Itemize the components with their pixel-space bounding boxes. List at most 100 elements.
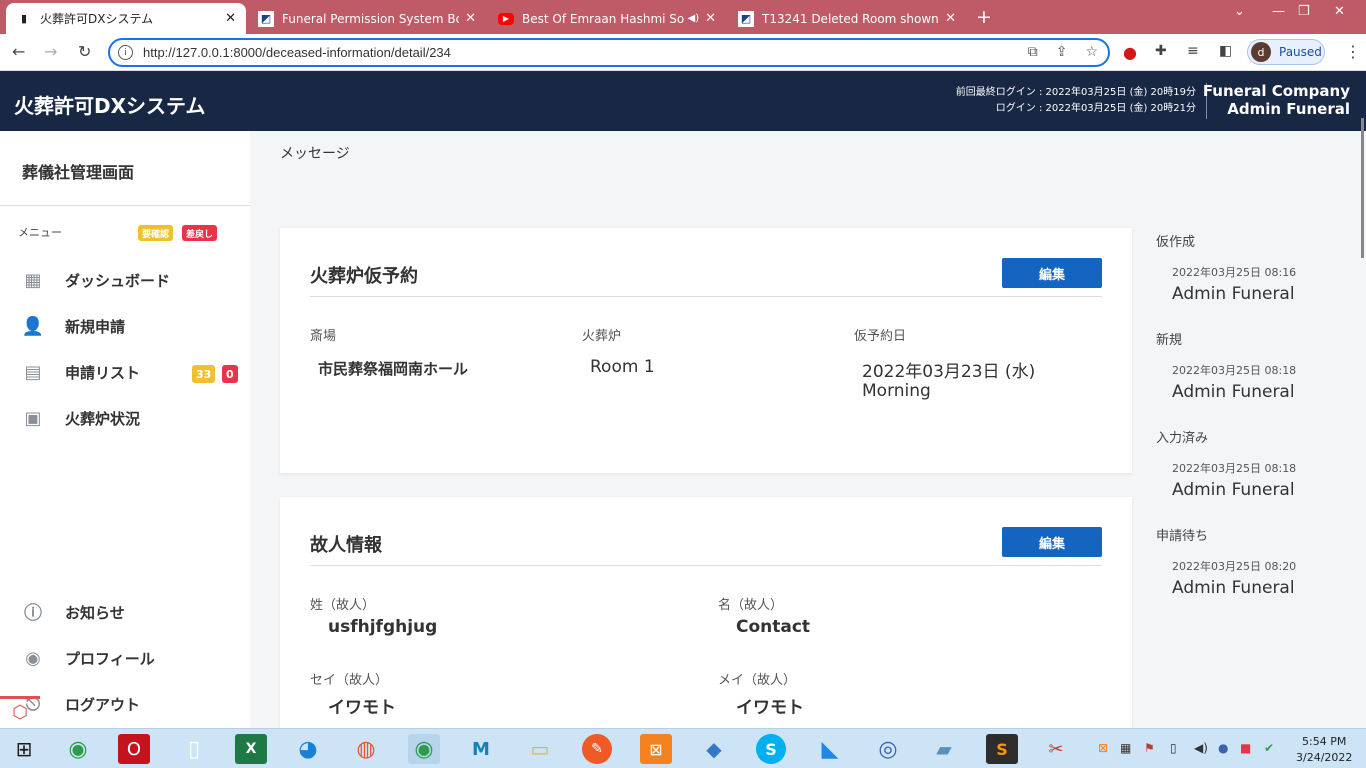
company-name: Funeral Company — [1202, 82, 1350, 100]
first-kana-label: メイ（故人） — [718, 673, 797, 688]
user-name: Admin Funeral — [1227, 100, 1350, 118]
tab-t13241[interactable]: ◩ T13241 Deleted Room shown in ✕ — [728, 3, 966, 34]
sidebar-item-new-application[interactable]: 👤 新規申請 — [22, 315, 125, 337]
user-info[interactable]: Funeral Company Admin Funeral — [1203, 82, 1350, 118]
app-notes-icon[interactable]: ▰ — [928, 734, 960, 764]
battery-icon[interactable]: ▯ — [1170, 741, 1177, 755]
windows-taskbar: ⊞ ◉ O ▯ X ◕ ◍ ◉ M ▭ ✎ ⊠ ◆ S ◣ ◎ ▰ S ✂ ⊠ … — [0, 728, 1366, 768]
back-icon[interactable]: ← — [12, 42, 25, 61]
extensions-icon[interactable]: ✚ — [1155, 43, 1167, 59]
reservation-edit-button[interactable]: 編集 — [1002, 258, 1102, 288]
sourcetree-icon[interactable]: ◆ — [698, 734, 730, 764]
volume-icon[interactable]: ◀) — [1194, 741, 1208, 755]
speaker-icon[interactable]: ◀) — [688, 13, 700, 24]
tray-app-icon[interactable]: ● — [1218, 741, 1228, 755]
firefox-icon[interactable]: ◍ — [350, 734, 382, 764]
add-person-icon: 👤 — [21, 315, 45, 337]
windows-start-icon[interactable]: ⊞ — [8, 734, 40, 764]
sidebar-item-profile[interactable]: ◉ プロフィール — [22, 647, 155, 669]
forward-icon[interactable]: → — [44, 42, 57, 61]
tray-check-icon[interactable]: ✔ — [1264, 741, 1274, 755]
hall-value: 市民葬祭福岡南ホール — [318, 360, 469, 378]
app-m-icon[interactable]: M — [465, 734, 497, 764]
close-icon[interactable]: ✕ — [225, 11, 236, 26]
edge-icon[interactable]: ◕ — [292, 734, 324, 764]
network-icon[interactable]: ▦ — [1120, 741, 1131, 755]
new-tab-button[interactable]: + — [976, 6, 992, 28]
notepad-icon[interactable]: ▯ — [178, 734, 210, 764]
app-header: 火葬許可DXシステム 前回最終ログイン : 2022年03月25日 (金) 20… — [0, 71, 1366, 131]
sidebar-item-label: プロフィール — [65, 649, 155, 668]
tab-search-icon[interactable]: ⌄ — [1234, 4, 1245, 19]
furnace-value: Room 1 — [590, 357, 655, 377]
sidebar-item-application-list[interactable]: ▤ 申請リスト 33 0 — [22, 361, 240, 383]
last-kana-value: イワモト — [328, 698, 396, 718]
sidebar-item-label: 申請リスト — [65, 363, 141, 382]
excel-icon[interactable]: X — [235, 734, 267, 764]
bookmark-star-icon[interactable]: ☆ — [1085, 44, 1098, 60]
login-info: 前回最終ログイン : 2022年03月25日 (金) 20時19分 ログイン :… — [956, 85, 1196, 117]
opera-extension-icon[interactable]: ● — [1123, 43, 1137, 62]
taskbar-clock[interactable]: 5:54 PM 3/24/2022 — [1296, 734, 1352, 766]
deceased-edit-button[interactable]: 編集 — [1002, 527, 1102, 557]
address-bar: ← → ↻ i http://127.0.0.1:8000/deceased-i… — [0, 34, 1366, 71]
first-name-label: 名（故人） — [718, 598, 784, 613]
laravel-debug-icon[interactable]: ⬡ — [0, 696, 40, 728]
page-scrollbar[interactable] — [1361, 118, 1364, 258]
profile-icon: ◉ — [25, 647, 41, 669]
document-icon: ▤ — [24, 361, 42, 383]
timeline-user: Admin Funeral — [1172, 382, 1295, 402]
reservation-title: 火葬炉仮予約 — [310, 266, 418, 287]
security-icon[interactable]: ⚑ — [1144, 741, 1155, 755]
file-explorer-icon[interactable]: ▭ — [524, 734, 556, 764]
close-icon[interactable]: ✕ — [705, 11, 716, 26]
timeline-user: Admin Funeral — [1172, 284, 1295, 304]
postman-icon[interactable]: ✎ — [582, 734, 612, 764]
furnace-label: 火葬炉 — [582, 329, 622, 344]
snipping-tool-icon[interactable]: ✂ — [1040, 734, 1072, 764]
tab-youtube[interactable]: ▶ Best Of Emraan Hashmi Song ◀) ✕ — [488, 3, 726, 34]
close-icon[interactable]: ✕ — [465, 11, 476, 26]
sidebar-item-label: 新規申請 — [65, 317, 126, 336]
calendar-icon: ▣ — [24, 407, 42, 429]
clock-time: 5:54 PM — [1302, 735, 1347, 748]
first-kana-value: イワモト — [736, 698, 804, 718]
minimize-button[interactable]: — — [1272, 4, 1285, 19]
profile-button[interactable]: d Paused — [1247, 39, 1325, 65]
open-external-icon[interactable]: ⧉ — [1028, 44, 1038, 60]
opera-icon[interactable]: O — [118, 734, 150, 764]
reload-icon[interactable]: ↻ — [78, 42, 91, 61]
date-label: 仮予約日 — [854, 329, 907, 344]
sidebar-item-notices[interactable]: ⓘ お知らせ — [22, 601, 125, 624]
app-title[interactable]: 火葬許可DXシステム — [14, 90, 205, 119]
xampp-tray-icon[interactable]: ⊠ — [1098, 741, 1108, 755]
chrome-icon[interactable]: ◉ — [62, 734, 94, 764]
close-icon[interactable]: ✕ — [945, 11, 956, 26]
last-name-label: 姓（故人） — [310, 598, 376, 613]
sublime-icon[interactable]: S — [986, 734, 1018, 764]
share-icon[interactable]: ⇪ — [1056, 44, 1068, 60]
vscode-icon[interactable]: ◣ — [814, 734, 846, 764]
app-rings-icon[interactable]: ◎ — [872, 734, 904, 764]
timeline-item: 入力済み 2022年03月25日 08:18 Admin Funeral — [1156, 427, 1296, 500]
tab-permission-board[interactable]: ◩ Funeral Permission System Board ✕ — [248, 3, 486, 34]
chrome-profile-icon[interactable]: ◉ — [408, 734, 440, 764]
tray-record-icon[interactable]: ■ — [1240, 741, 1251, 755]
tab-funeral-dx[interactable]: ▮ 火葬許可DXシステム ✕ — [6, 3, 246, 34]
xampp-icon[interactable]: ⊠ — [640, 734, 672, 764]
url-text: http://127.0.0.1:8000/deceased-informati… — [143, 45, 451, 60]
sidebar-item-furnace-status[interactable]: ▣ 火葬炉状況 — [22, 407, 140, 429]
divider — [310, 296, 1102, 297]
sidebar-item-label: ダッシュボード — [65, 271, 171, 290]
browser-menu-icon[interactable]: ⋮ — [1345, 42, 1361, 61]
url-input[interactable]: i http://127.0.0.1:8000/deceased-informa… — [108, 38, 1110, 67]
media-control-icon[interactable]: ≡ — [1187, 43, 1199, 59]
maximize-button[interactable]: ❐ — [1298, 4, 1310, 19]
skype-icon[interactable]: S — [756, 734, 786, 764]
timeline-item: 仮作成 2022年03月25日 08:16 Admin Funeral — [1156, 231, 1296, 304]
site-info-icon[interactable]: i — [118, 45, 133, 60]
sidebar-item-dashboard[interactable]: ▦ ダッシュボード — [22, 269, 170, 291]
tab-title: Best Of Emraan Hashmi Song — [522, 11, 684, 26]
close-window-button[interactable]: ✕ — [1334, 4, 1345, 19]
side-panel-icon[interactable]: ◧ — [1219, 43, 1232, 59]
